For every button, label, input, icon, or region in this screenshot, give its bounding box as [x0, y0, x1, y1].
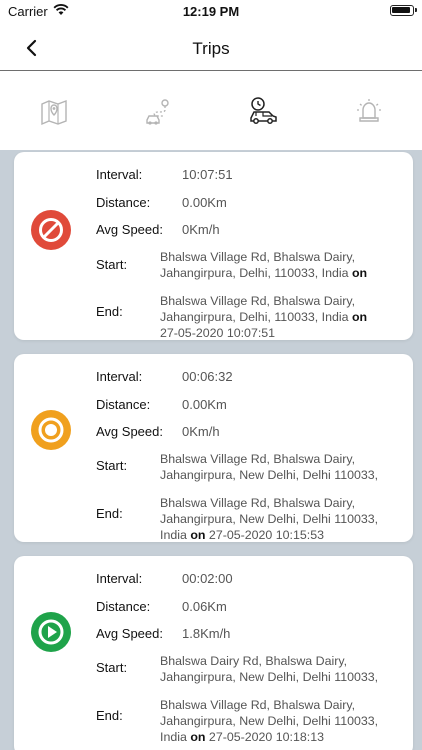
- interval-value: 00:02:00: [182, 571, 233, 586]
- interval-label: Interval:: [96, 167, 143, 182]
- start-address: Bhalswa Village Rd, Bhalswa Dairy, Jahan…: [160, 452, 379, 482]
- avg-speed-value: 0Km/h: [182, 222, 220, 237]
- distance-label: Distance:: [96, 397, 151, 412]
- end-label: End:: [96, 506, 123, 521]
- start-label: Start:: [96, 257, 128, 272]
- trip-card[interactable]: Interval: 10:07:51 Distance: 0.00Km Avg …: [14, 152, 413, 340]
- car-clock-icon[interactable]: [248, 96, 278, 126]
- trip-card[interactable]: Interval: 00:02:00 Distance: 0.06Km Avg …: [14, 556, 413, 750]
- trip-card[interactable]: Interval: 00:06:32 Distance: 0.00Km Avg …: [14, 354, 413, 542]
- avg-speed-label: Avg Speed:: [96, 626, 163, 641]
- end-address: Bhalswa Village Rd, Bhalswa Dairy, Jahan…: [160, 294, 368, 340]
- navigation-bar: Trips: [0, 24, 422, 71]
- page-title: Trips: [192, 39, 230, 58]
- play-icon: [31, 612, 71, 652]
- start-address: Bhalswa Village Rd, Bhalswa Dairy, Jahan…: [160, 250, 368, 280]
- start-label: Start:: [96, 660, 128, 675]
- avg-speed-label: Avg Speed:: [96, 424, 163, 439]
- start-label: Start:: [96, 458, 128, 473]
- battery-icon: [390, 5, 417, 16]
- avg-speed-value: 1.8Km/h: [182, 626, 231, 641]
- end-label: End:: [96, 708, 123, 723]
- clock: 12:19 PM: [182, 4, 240, 19]
- stop-icon: [31, 210, 71, 250]
- end-address: Bhalswa Village Rd, Bhalswa Dairy, Jahan…: [160, 698, 379, 744]
- tab-bar: [0, 72, 422, 150]
- distance-label: Distance:: [96, 599, 151, 614]
- avg-speed-label: Avg Speed:: [96, 222, 163, 237]
- end-address: Bhalswa Village Rd, Bhalswa Dairy, Jahan…: [160, 496, 379, 542]
- distance-value: 0.00Km: [182, 397, 227, 412]
- start-address: Bhalswa Dairy Rd, Bhalswa Dairy, Jahangi…: [160, 654, 379, 684]
- distance-value: 0.00Km: [182, 195, 227, 210]
- avg-speed-value: 0Km/h: [182, 424, 220, 439]
- status-bar: Carrier 12:19 PM: [0, 0, 422, 24]
- interval-value: 10:07:51: [182, 167, 233, 182]
- distance-value: 0.06Km: [182, 599, 227, 614]
- end-label: End:: [96, 304, 123, 319]
- interval-label: Interval:: [96, 369, 143, 384]
- trip-list[interactable]: Interval: 10:07:51 Distance: 0.00Km Avg …: [0, 150, 422, 750]
- interval-label: Interval:: [96, 571, 143, 586]
- map-icon[interactable]: [39, 96, 69, 126]
- alarm-bell-icon[interactable]: [354, 96, 384, 126]
- route-icon[interactable]: [144, 96, 174, 126]
- distance-label: Distance:: [96, 195, 151, 210]
- interval-value: 00:06:32: [182, 369, 233, 384]
- pause-idle-icon: [31, 410, 71, 450]
